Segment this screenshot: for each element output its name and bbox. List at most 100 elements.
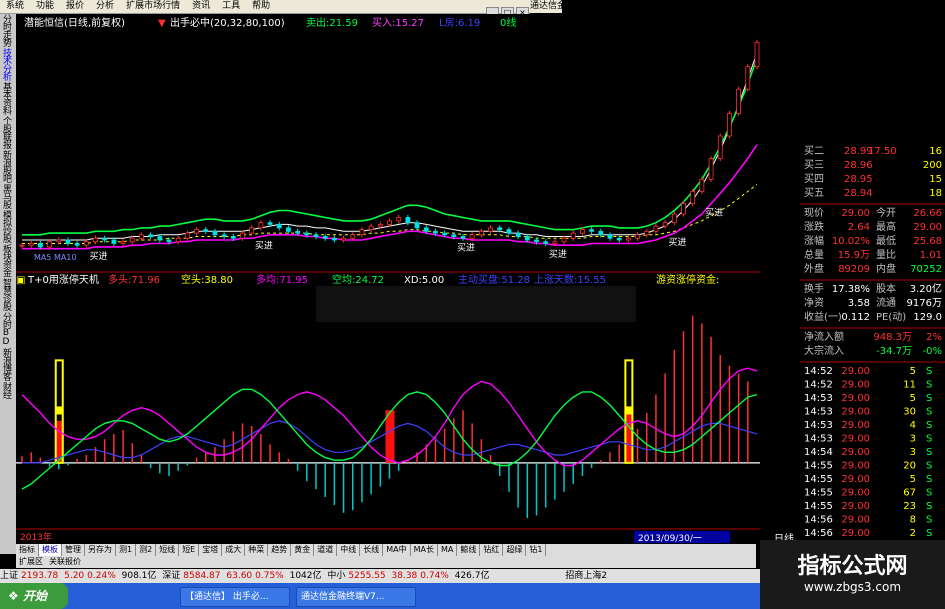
tick-time: 14:55 [804, 461, 833, 472]
tab-12[interactable]: 黄金 [291, 544, 315, 556]
tab-20[interactable]: 钻红 [480, 544, 504, 556]
left-tab-1[interactable]: 技术分析 [1, 48, 11, 80]
candle-body [717, 135, 723, 159]
tab-5[interactable]: 测2 [136, 544, 157, 556]
candle-body [451, 234, 457, 237]
menu-item-7[interactable]: 帮助 [252, 0, 270, 13]
tab-11[interactable]: 趋势 [268, 544, 292, 556]
candle-body [497, 227, 503, 231]
menu-item-3[interactable]: 分析 [96, 0, 114, 13]
left-tab-3[interactable]: 个股联报 [1, 116, 11, 148]
tick-side: S [926, 407, 932, 418]
left-tab-10[interactable]: 新浪博客 [1, 348, 11, 380]
tab-0[interactable]: 指标 [16, 544, 39, 556]
tick-side: S [926, 474, 932, 485]
candle-body [736, 88, 742, 114]
taskbar-item-terminal[interactable]: 通达信金融终端V7... [296, 587, 416, 607]
candle-body [295, 230, 301, 234]
left-tab-9[interactable]: 分时BD [1, 312, 11, 346]
tick-time: 14:53 [804, 420, 833, 431]
candle-body [534, 239, 539, 243]
tab-19[interactable]: 鲸线 [457, 544, 481, 556]
tab-22[interactable]: 钻1 [526, 544, 547, 556]
buy-signal-label: 买进 [90, 251, 108, 262]
candle-body [570, 232, 576, 239]
menu-item-1[interactable]: 功能 [36, 0, 54, 13]
left-tab-5[interactable]: 黑马股 [1, 184, 11, 208]
app-window: 系统 功能 报价 分析 扩展市场行情 资讯 工具 帮助 _ □ × 分时走势 技术分析 基本资料 个股联… [0, 0, 945, 609]
candle-body [616, 237, 622, 241]
candle-body [681, 203, 686, 215]
candle-body [249, 227, 255, 234]
tab-9[interactable]: 成大 [222, 544, 246, 556]
stat2-value: 3.20亿 [910, 282, 942, 295]
ext-tab-1[interactable]: 关联报价 [46, 556, 84, 568]
stat-value: 2.64 [848, 222, 870, 233]
menu-item-4[interactable]: 扩展市场行情 [126, 0, 180, 13]
tab-1[interactable]: 模板 [39, 544, 62, 556]
tab-16[interactable]: MA中 [383, 544, 411, 556]
tab-21[interactable]: 超绿 [503, 544, 527, 556]
tick-side: S [926, 393, 932, 404]
menu-item-0[interactable]: 系统 [6, 0, 24, 13]
buy-signal-label: 买进 [549, 249, 567, 260]
kline-chart[interactable]: 潜能恒信(日线,前复权) ▼ 出手必中(20,32,80,100) 卖出:21.59 买… [16, 14, 768, 544]
flow-pct: 2% [926, 332, 942, 343]
zx-change: 38.38 [391, 571, 418, 581]
tab-2[interactable]: 管理 [62, 544, 85, 556]
menu-item-5[interactable]: 资讯 [192, 0, 210, 13]
tick-time: 14:56 [804, 528, 833, 539]
tab-10[interactable]: 种菜 [245, 544, 269, 556]
ext-tab-0[interactable]: 扩展区 [16, 556, 46, 568]
stat-label: 外盘 [804, 262, 824, 275]
candle-body [47, 241, 52, 248]
candle-body [561, 237, 567, 243]
broker-server[interactable]: 招商上海2 [565, 571, 607, 581]
tick-price: 29.00 [841, 420, 870, 431]
tick-volume: 11 [903, 380, 916, 391]
candle-body [469, 234, 475, 239]
tab-15[interactable]: 长线 [360, 544, 384, 556]
left-tab-6[interactable]: 模拟炒股 [1, 210, 11, 242]
menu-item-6[interactable]: 工具 [222, 0, 240, 13]
tab-3[interactable]: 另存为 [85, 544, 116, 556]
tick-price: 29.00 [841, 528, 870, 539]
candle-body [745, 66, 751, 90]
candle-body [387, 220, 392, 225]
candle-body [341, 237, 346, 241]
stat2-label: PE(动) [876, 311, 906, 323]
left-tab-8[interactable]: 智慧诊股 [1, 278, 11, 310]
left-tab-4[interactable]: 新浪股吧 [1, 150, 11, 182]
stat2-label: 股本 [876, 282, 896, 295]
taskbar-item-label: 【通达信】 出手必... [185, 592, 269, 602]
candle-body [83, 241, 89, 246]
tab-18[interactable]: MA [438, 544, 458, 556]
candle-body [322, 236, 328, 239]
left-tab-2[interactable]: 基本资料 [1, 82, 11, 114]
tab-4[interactable]: 测1 [116, 544, 137, 556]
tab-13[interactable]: 道道 [314, 544, 338, 556]
stat2-value: 9176万 [907, 298, 942, 309]
left-tab-7[interactable]: 板块资金 [1, 244, 11, 276]
taskbar-item-tdx[interactable]: 【通达信】 出手必... [180, 587, 290, 607]
left-tab-0[interactable]: 分时走势 [1, 14, 11, 46]
start-button[interactable]: ❖ 开始 [0, 583, 68, 609]
candle-body [157, 236, 163, 241]
tick-side: S [926, 488, 932, 499]
candle-body [552, 241, 558, 244]
tab-7[interactable]: 短E [179, 544, 200, 556]
tab-8[interactable]: 宝塔 [199, 544, 223, 556]
stat-value: 15.9万 [838, 250, 870, 261]
stat-label: 量比 [876, 249, 896, 261]
candle-body [56, 239, 62, 243]
tab-17[interactable]: MA长 [411, 544, 438, 556]
tab-6[interactable]: 短线 [156, 544, 180, 556]
tick-time: 14:53 [804, 434, 833, 445]
menu-item-2[interactable]: 报价 [66, 0, 84, 13]
stat2-label: 换手 [804, 282, 824, 295]
tick-side: S [926, 380, 932, 391]
left-tab-11[interactable]: 财经 [1, 382, 11, 398]
tab-14[interactable]: 中线 [337, 544, 361, 556]
candle-body [524, 236, 530, 241]
yellow-spike-fill [55, 406, 63, 415]
